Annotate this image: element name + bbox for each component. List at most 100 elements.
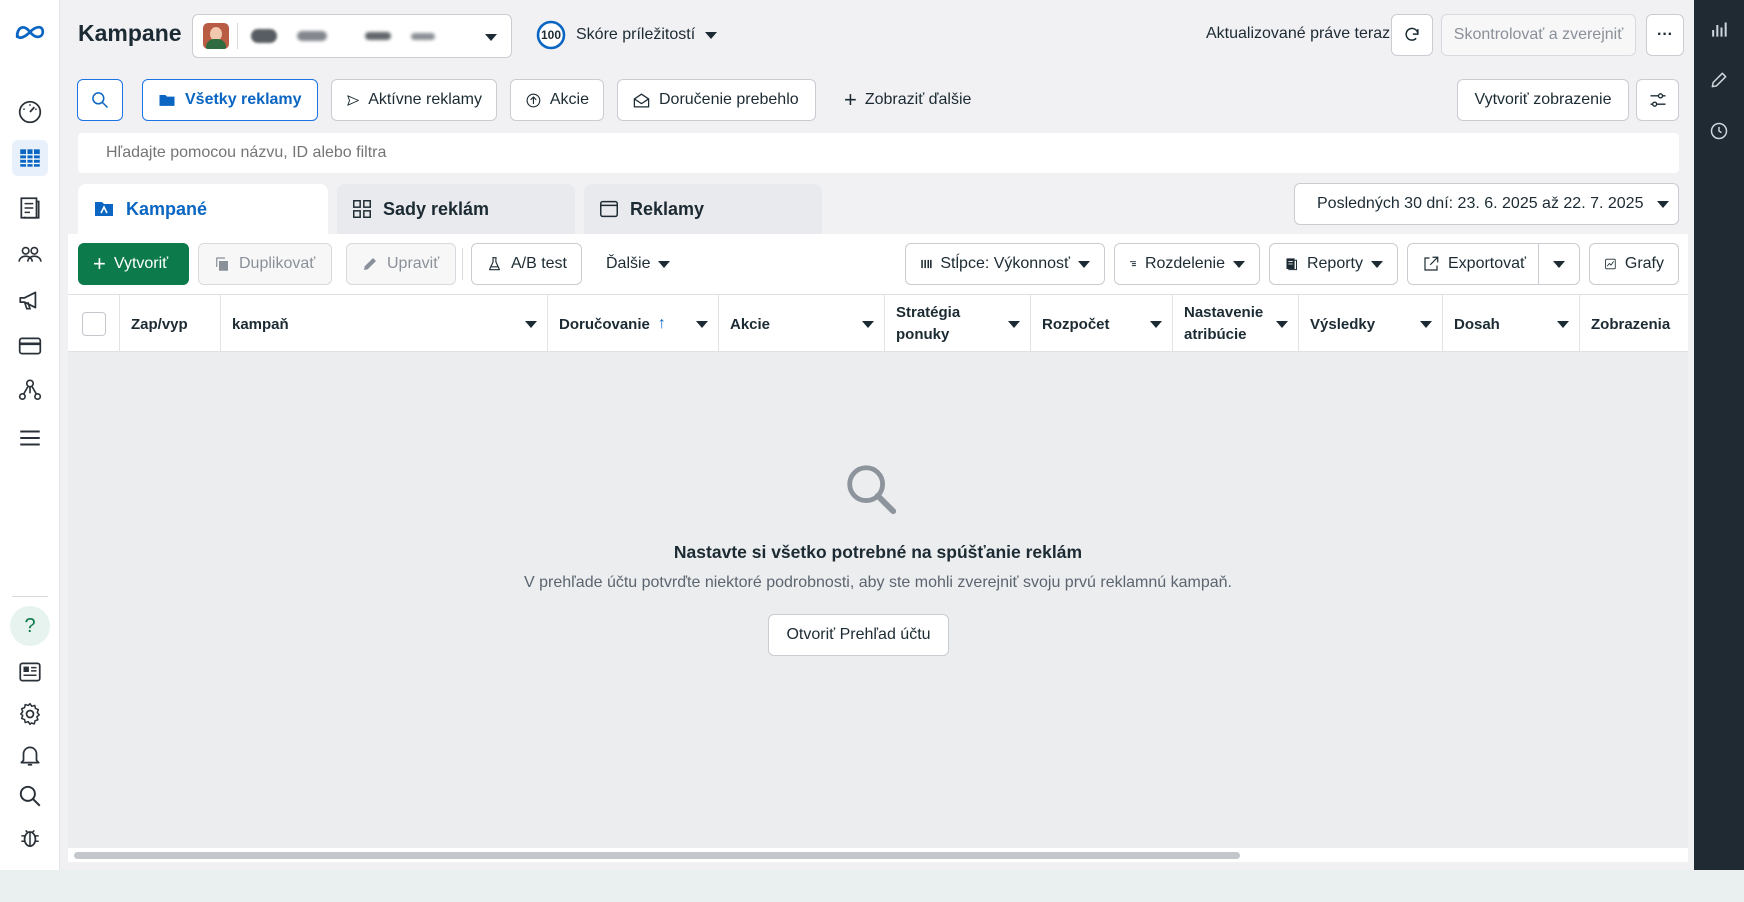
date-range-picker[interactable]: Posledných 30 dní: 23. 6. 2025 až 22. 7.… [1294,183,1679,225]
settings-gear-icon[interactable] [12,696,48,732]
filter-active-ads[interactable]: Aktívne reklamy [331,79,497,121]
nav-divider [12,596,48,597]
column-label: Dosah [1454,315,1500,333]
chevron-down-icon [1420,321,1432,328]
create-button[interactable]: + Vytvoriť [78,243,189,285]
updated-status: Aktualizované práve teraz [1206,25,1391,42]
column-label: Stratégia ponuky [896,304,961,343]
bottom-strip [0,870,1744,902]
history-clock-icon[interactable] [1705,117,1733,145]
chevron-down-icon [1078,260,1090,268]
filter-actions-label: Akcie [549,91,589,108]
column-label: kampaň [232,315,289,333]
pages-icon[interactable] [12,190,48,226]
edit-label: Upraviť [387,255,440,272]
pencil-icon[interactable] [1705,66,1733,94]
duplicate-button[interactable]: Duplikovať [198,243,332,285]
charts-label: Grafy [1624,255,1664,272]
campaigns-table-icon[interactable] [12,140,48,176]
tab-campaigns-label: Kampané [126,198,208,219]
column-header-attribution[interactable]: Nastavenie atribúcie [1173,295,1299,353]
account-selector[interactable] [192,14,512,58]
score-value: 100 [540,28,562,42]
column-header-bid-strategy[interactable]: Stratégia ponuky [885,295,1031,353]
open-account-overview-button[interactable]: Otvoriť Prehľad účtu [768,614,949,656]
columns-label: Stĺpce: Výkonnosť [940,255,1070,272]
news-icon[interactable] [12,654,48,690]
chevron-down-icon [1553,261,1565,268]
filter-active-ads-label: Aktívne reklamy [368,91,482,108]
columns-button[interactable]: Stĺpce: Výkonnosť [905,243,1105,285]
filter-actions[interactable]: Akcie [510,79,604,121]
column-header-delivery[interactable]: Doručovanie ↑ [548,295,719,353]
redacted-account-name [365,32,391,40]
envelope-open-icon [633,93,650,107]
more-options-button[interactable]: ··· [1646,14,1684,56]
chevron-down-icon [1557,321,1569,328]
tab-campaigns[interactable]: Kampané [78,184,328,234]
select-all-checkbox[interactable] [81,312,106,336]
search-icon [92,92,109,109]
chevron-down-icon [696,321,708,328]
filter-all-ads[interactable]: Všetky reklamy [142,79,318,121]
duplicate-label: Duplikovať [239,255,316,272]
show-more-filters[interactable]: + Zobraziť ďalšie [830,79,985,121]
column-header-impressions[interactable]: Zobrazenia [1580,295,1688,353]
score-ring-icon: 100 [536,20,566,50]
charts-button[interactable]: Grafy [1589,243,1679,285]
campaign-folder-icon [95,202,113,216]
redacted-account-name [297,31,327,41]
opportunity-score[interactable]: 100 Skóre príležitostí [536,20,718,50]
account-avatar [203,23,229,49]
filter-delivered-label: Doručenie prebehlo [659,91,799,108]
column-header-budget[interactable]: Rozpočet [1031,295,1173,353]
folder-icon [159,95,175,106]
scrollbar-thumb[interactable] [74,852,1240,859]
column-header-results[interactable]: Výsledky [1299,295,1443,353]
gauge-icon[interactable] [12,94,48,130]
more-actions-label: Ďalšie [606,255,651,272]
notifications-bell-icon[interactable] [12,737,48,773]
column-header-reach[interactable]: Dosah [1443,295,1580,353]
chevron-down-icon [1276,321,1288,328]
filter-delivered[interactable]: Doručenie prebehlo [617,79,816,121]
megaphone-icon[interactable] [12,282,48,318]
reports-icon [1286,258,1297,271]
search-input[interactable] [106,133,1606,173]
breakdown-button[interactable]: Rozdelenie [1114,243,1260,285]
export-dropdown-toggle[interactable] [1553,261,1565,268]
search-toggle-button[interactable] [77,79,123,121]
ab-test-button[interactable]: A/B test [471,243,582,285]
bug-report-icon[interactable] [12,820,48,856]
columns-icon [921,259,932,269]
view-settings-button[interactable] [1636,79,1679,121]
redacted-account-name [251,29,277,43]
search-bar[interactable] [78,133,1679,173]
refresh-button[interactable] [1391,14,1433,56]
column-label: Nastavenie atribúcie [1184,304,1264,343]
create-label: Vytvoriť [113,255,169,272]
edit-button[interactable]: Upraviť [346,243,456,285]
column-header-toggle[interactable]: Zap/vyp [120,295,221,353]
billing-card-icon[interactable] [12,328,48,364]
column-header-actions[interactable]: Akcie [719,295,885,353]
business-network-icon[interactable] [12,372,48,408]
meta-logo-icon[interactable] [12,14,48,50]
table-header: Zap/vyp kampaň Doručovanie ↑ Akcie Straté… [68,294,1688,353]
reports-button[interactable]: Reporty [1269,243,1398,285]
bar-chart-icon[interactable] [1705,16,1733,44]
search-icon[interactable] [12,778,48,814]
copy-icon [216,257,228,271]
split-divider [1538,244,1539,284]
tab-ad-sets[interactable]: Sady reklám [337,184,575,234]
create-view-button[interactable]: Vytvoriť zobrazenie [1457,79,1629,121]
ad-window-icon [600,200,618,218]
column-label: Akcie [730,315,771,333]
column-header-campaign[interactable]: kampaň [221,295,548,353]
more-actions-button[interactable]: Ďalšie [592,243,684,285]
audiences-icon[interactable] [12,236,48,272]
tab-ads[interactable]: Reklamy [584,184,822,234]
review-publish-button[interactable]: Skontrolovať a zverejniť [1441,14,1636,56]
help-icon[interactable]: ? [10,606,50,646]
menu-icon[interactable] [12,420,48,456]
